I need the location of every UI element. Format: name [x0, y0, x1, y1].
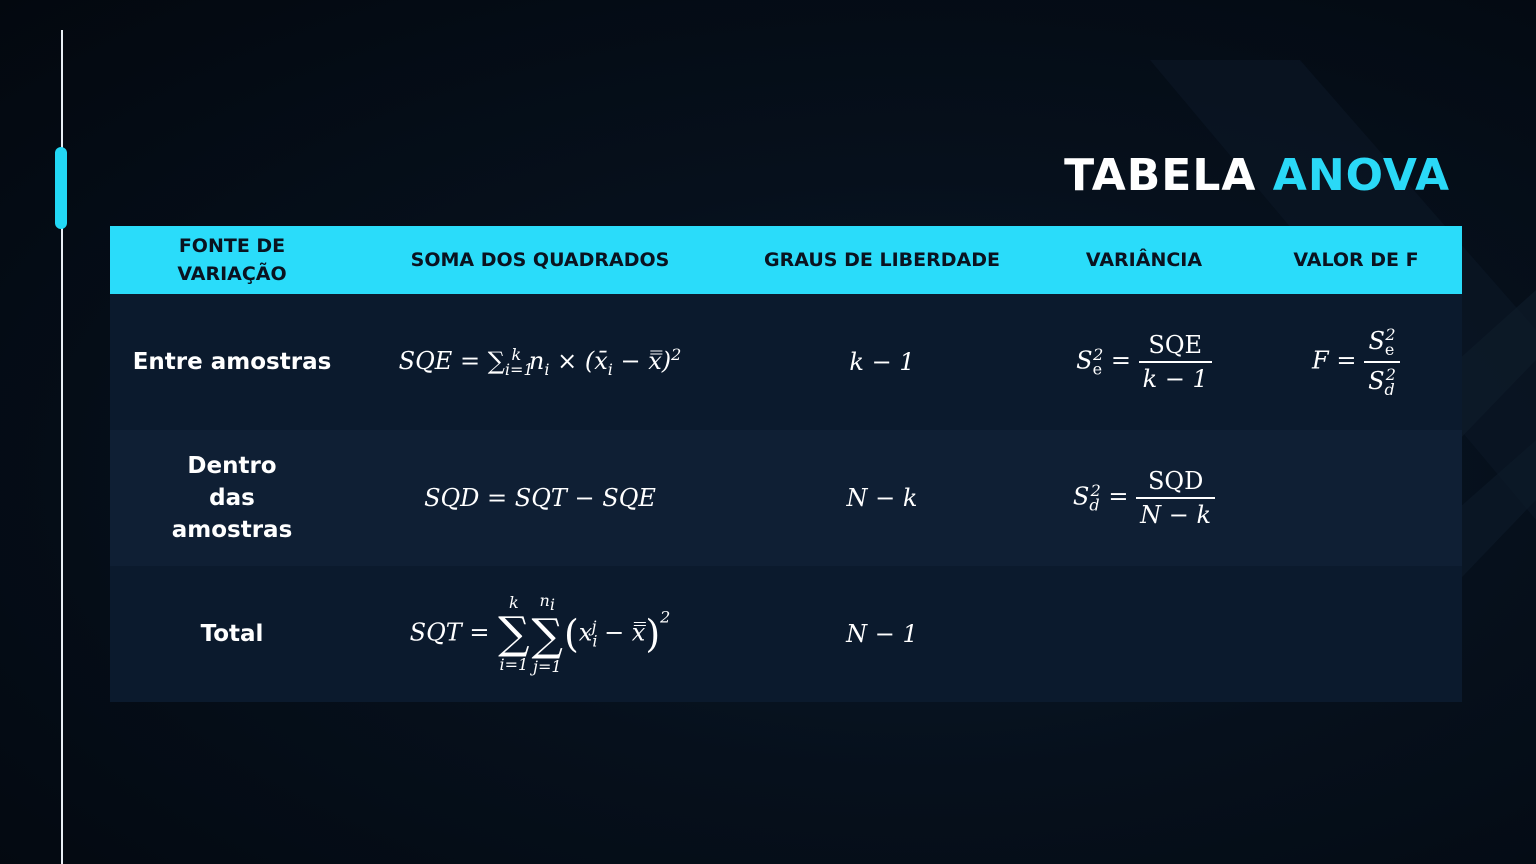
formula-sqd-math: SQD = SQT − SQE: [424, 484, 656, 512]
formula-sqt-math: SQT = k ∑ i=1 ni ∑ j=1 (xij − x̿)2: [409, 590, 671, 677]
formula-sqe: SQE = ∑i=1k ni × (x̄i − x̿)2: [354, 294, 726, 430]
df-between: k − 1: [726, 294, 1038, 430]
page-title: TABELA ANOVA: [1064, 150, 1450, 201]
header-sum-of-squares: SOMA DOS QUADRADOS: [354, 226, 726, 294]
row-label-total: Total: [110, 566, 354, 702]
variance-between: Se2 = SQE k − 1: [1038, 294, 1250, 430]
variance-within-math: Sd2 = SQD N − k: [1073, 467, 1216, 529]
row-label-within: Dentro das amostras: [110, 430, 354, 566]
table-row: Dentro das amostras SQD = SQT − SQE N − …: [110, 430, 1462, 566]
header-degrees-of-freedom: GRAUS DE LIBERDADE: [726, 226, 1038, 294]
title-main: TABELA: [1064, 150, 1257, 201]
formula-sqt: SQT = k ∑ i=1 ni ∑ j=1 (xij − x̿)2: [354, 566, 726, 702]
f-total-empty: [1250, 566, 1462, 702]
df-within: N − k: [726, 430, 1038, 566]
f-value-math: F = Se2 Sd2: [1312, 325, 1400, 399]
f-value: F = Se2 Sd2: [1250, 294, 1462, 430]
variance-within: Sd2 = SQD N − k: [1038, 430, 1250, 566]
df-total-math: N − 1: [846, 620, 918, 648]
df-between-math: k − 1: [849, 348, 915, 376]
header-source: FONTE DE VARIAÇÃO: [110, 226, 354, 294]
formula-sqe-math: SQE = ∑i=1k ni × (x̄i − x̿)2: [398, 345, 682, 379]
df-within-math: N − k: [846, 484, 918, 512]
formula-sqd: SQD = SQT − SQE: [354, 430, 726, 566]
header-variance: VARIÂNCIA: [1038, 226, 1250, 294]
variance-total-empty: [1038, 566, 1250, 702]
table-row: Entre amostras SQE = ∑i=1k ni × (x̄i − x…: [110, 294, 1462, 430]
decorative-accent-bar: [55, 147, 67, 229]
title-accent: ANOVA: [1272, 150, 1450, 201]
table-row: Total SQT = k ∑ i=1 ni ∑ j=1 (xij − x̿)2 N − 1: [110, 566, 1462, 702]
variance-between-math: Se2 = SQE k − 1: [1076, 331, 1212, 393]
table-header-row: FONTE DE VARIAÇÃO SOMA DOS QUADRADOS GRA…: [110, 226, 1462, 294]
anova-table: FONTE DE VARIAÇÃO SOMA DOS QUADRADOS GRA…: [110, 226, 1462, 702]
f-value-empty: [1250, 430, 1462, 566]
df-total: N − 1: [726, 566, 1038, 702]
row-label-between: Entre amostras: [110, 294, 354, 430]
header-f-value: VALOR DE F: [1250, 226, 1462, 294]
